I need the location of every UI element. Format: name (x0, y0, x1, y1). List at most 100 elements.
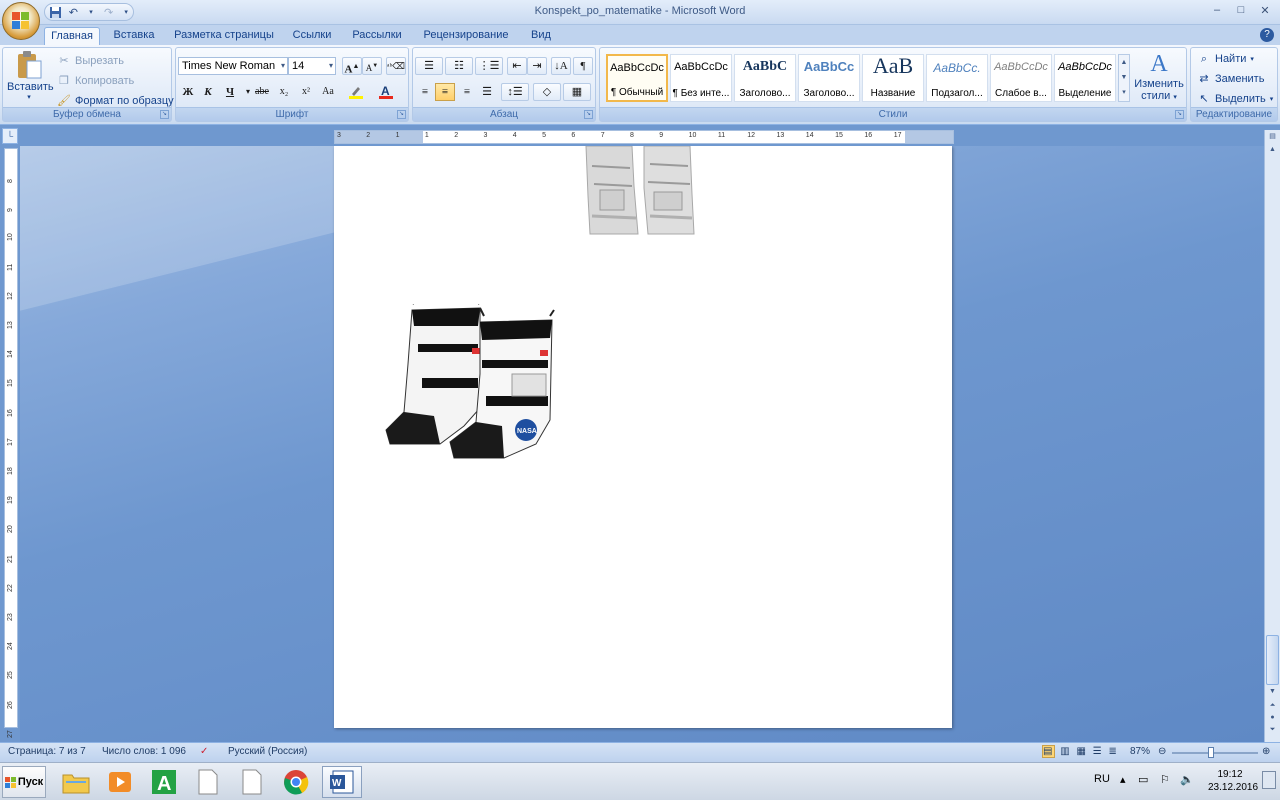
style-tile-emphasis[interactable]: AaBbCcDc Выделение (1054, 54, 1116, 102)
more-styles-icon[interactable]: ▾ (1119, 85, 1129, 100)
style-tile-heading1[interactable]: AaBbC Заголово... (734, 54, 796, 102)
clear-formatting-button[interactable]: ᵃᵇ⌫ (386, 57, 406, 75)
browse-object-icon[interactable]: ● (1266, 714, 1279, 726)
zoom-slider-knob[interactable] (1207, 747, 1214, 758)
network-icon[interactable]: ▭ (1138, 773, 1148, 786)
multilevel-list-button[interactable]: ⋮☰ (475, 57, 503, 75)
start-button[interactable]: Пуск (2, 766, 46, 798)
draft-icon[interactable]: ≣ (1108, 746, 1118, 757)
style-tile-subtle-emphasis[interactable]: AaBbCcDc Слабое в... (990, 54, 1052, 102)
help-icon[interactable]: ? (1260, 28, 1274, 42)
styles-scroll[interactable]: ▲ ▼ ▾ (1118, 54, 1130, 102)
paragraph-launcher-icon[interactable]: ↘ (584, 110, 593, 119)
office-button[interactable] (2, 2, 40, 40)
zoom-out-icon[interactable]: ⊖ (1158, 746, 1166, 757)
web-layout-icon[interactable]: ▦ (1076, 746, 1087, 757)
print-layout-icon[interactable]: ▤ (1042, 745, 1056, 758)
justify-button[interactable]: ☰ (477, 83, 497, 101)
borders-button[interactable]: ▦ (563, 83, 591, 101)
find-button[interactable]: ⌕ Найти ▾ (1197, 52, 1254, 66)
chevron-down-icon[interactable]: ▼ (1119, 70, 1129, 85)
volume-icon[interactable]: 🔈 (1180, 773, 1194, 786)
clock[interactable]: 19:12 23.12.2016 (1208, 768, 1258, 794)
paste-button[interactable]: Вставить ▾ (7, 50, 54, 101)
ruler-toggle-icon[interactable]: ▤ (1266, 132, 1279, 144)
scroll-up-icon[interactable]: ▲ (1266, 146, 1279, 158)
ruler-tab-selector[interactable]: └ (2, 128, 18, 144)
tab-view[interactable]: Вид (524, 27, 558, 45)
outline-icon[interactable]: ☰ (1093, 746, 1104, 757)
space-boots-image[interactable]: NASA (384, 304, 556, 464)
font-size-combo[interactable]: 14 ▾ (288, 57, 336, 75)
shading-button[interactable]: ◇ (533, 83, 561, 101)
underline-button[interactable]: Ч (220, 83, 240, 101)
scroll-thumb[interactable] (1266, 635, 1279, 685)
copy-button[interactable]: ❐ Копировать (57, 74, 134, 88)
taskbar-chrome[interactable] (276, 766, 316, 798)
grow-font-button[interactable]: A▲ (342, 57, 362, 76)
zoom-in-icon[interactable]: ⊕ (1262, 746, 1270, 757)
tab-insert[interactable]: Вставка (106, 27, 162, 45)
highlight-button[interactable] (346, 83, 366, 101)
next-page-icon[interactable]: ⏷ (1266, 726, 1279, 738)
change-case-button[interactable]: Aa (318, 83, 338, 101)
align-right-button[interactable]: ≡ (457, 83, 477, 101)
horizontal-ruler[interactable]: 3 2 1 1 2 3 4 5 6 7 8 9 10 11 12 13 14 15 16 17 (334, 130, 954, 144)
tab-review[interactable]: Рецензирование (416, 27, 516, 45)
superscript-button[interactable]: x² (296, 83, 316, 101)
tab-mailings[interactable]: Рассылки (346, 27, 408, 45)
bullets-button[interactable]: ☰ (415, 57, 443, 75)
style-tile-subtitle[interactable]: AaBbCc. Подзагол... (926, 54, 988, 102)
font-launcher-icon[interactable]: ↘ (397, 110, 406, 119)
subscript-button[interactable]: x₂ (274, 83, 294, 101)
zoom-slider[interactable] (1172, 752, 1258, 754)
style-tile-title[interactable]: AaB Название (862, 54, 924, 102)
cut-button[interactable]: ✂ Вырезать (57, 54, 124, 68)
taskbar-word[interactable]: W (322, 766, 362, 798)
format-painter-button[interactable]: 🖌 Формат по образцу (57, 94, 174, 108)
previous-page-icon[interactable]: ⏶ (1266, 702, 1279, 714)
language-status[interactable]: Русский (Россия) (228, 746, 307, 757)
align-center-button[interactable]: ≡ (435, 83, 455, 101)
increase-indent-button[interactable]: ⇥ (527, 57, 547, 75)
show-desktop-button[interactable] (1262, 771, 1276, 789)
taskbar-document-1[interactable] (188, 766, 228, 798)
font-name-combo[interactable]: Times New Roman ▾ (178, 57, 288, 75)
taskbar-explorer[interactable] (56, 766, 96, 798)
bold-button[interactable]: Ж (178, 83, 198, 101)
action-center-flag-icon[interactable]: ⚐ (1160, 773, 1170, 786)
sort-button[interactable]: ↓A (551, 57, 571, 75)
minimize-button[interactable]: – (1206, 2, 1228, 18)
input-language[interactable]: RU (1094, 773, 1110, 785)
change-styles-button[interactable]: A Изменить стили ▾ (1134, 50, 1184, 102)
show-marks-button[interactable]: ¶ (573, 57, 593, 75)
decrease-indent-button[interactable]: ⇤ (507, 57, 527, 75)
word-count-status[interactable]: Число слов: 1 096 (102, 746, 186, 757)
style-tile-no-spacing[interactable]: AaBbCcDc ¶ Без инте... (670, 54, 732, 102)
style-tile-normal[interactable]: AaBbCcDc ¶ Обычный (606, 54, 668, 102)
page-count-status[interactable]: Страница: 7 из 7 (8, 746, 86, 757)
scroll-down-icon[interactable]: ▼ (1266, 688, 1279, 700)
font-color-button[interactable]: A (376, 83, 396, 101)
clipboard-launcher-icon[interactable]: ↘ (160, 110, 169, 119)
close-button[interactable]: ✕ (1254, 2, 1276, 18)
align-left-button[interactable]: ≡ (415, 83, 435, 101)
tab-home[interactable]: Главная (44, 27, 100, 45)
full-screen-reading-icon[interactable]: ▥ (1060, 746, 1071, 757)
select-button[interactable]: ↖ Выделить ▾ (1197, 92, 1273, 106)
chevron-up-icon[interactable]: ▲ (1119, 55, 1129, 70)
line-spacing-button[interactable]: ↕☰ (501, 83, 529, 101)
tab-page-layout[interactable]: Разметка страницы (170, 27, 278, 45)
styles-launcher-icon[interactable]: ↘ (1175, 110, 1184, 119)
italic-button[interactable]: К (198, 83, 218, 101)
strikethrough-button[interactable]: abe (252, 83, 272, 101)
vertical-ruler[interactable]: 8 9 10 11 12 13 14 15 16 17 18 19 20 21 22 23 24 25 26 27 (4, 148, 18, 738)
replace-button[interactable]: ⇄ Заменить (1197, 72, 1264, 86)
zoom-level[interactable]: 87% (1130, 746, 1150, 757)
taskbar-media-player[interactable] (100, 766, 140, 798)
maximize-button[interactable]: □ (1230, 2, 1252, 18)
proofing-icon[interactable]: ✓ (200, 746, 208, 757)
tab-references[interactable]: Ссылки (286, 27, 338, 45)
document-page[interactable]: NASA (334, 146, 952, 728)
style-tile-heading2[interactable]: AaBbCc Заголово... (798, 54, 860, 102)
